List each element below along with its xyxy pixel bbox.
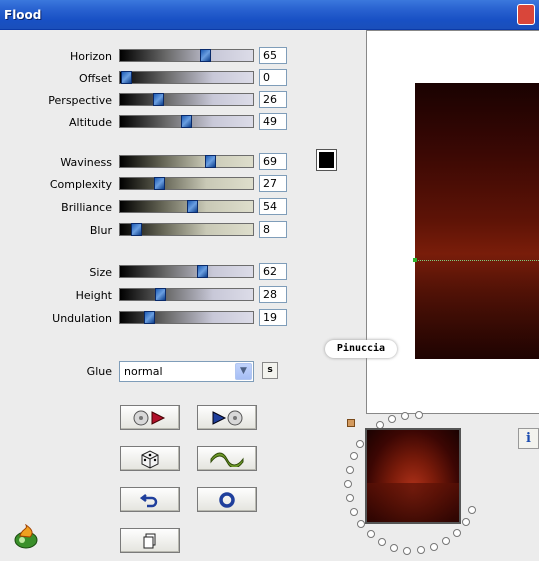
slider-label: Height — [75, 289, 112, 302]
slider-thumb[interactable] — [205, 155, 217, 168]
slider-thumb[interactable] — [155, 288, 167, 301]
slider-value-field[interactable]: 8 — [259, 221, 287, 238]
slider-label: Altitude — [69, 116, 112, 129]
preset-dot[interactable] — [345, 466, 354, 475]
disc-arrow-in-icon — [133, 410, 166, 425]
watermark-badge: Pinuccia — [325, 340, 397, 358]
slider-value-field[interactable]: 26 — [259, 91, 287, 108]
slider-label: Undulation — [52, 312, 112, 325]
info-button[interactable]: i — [518, 428, 539, 449]
title-bar: Flood — [0, 0, 539, 30]
slider-thumb[interactable] — [144, 311, 156, 324]
slider-row: Offset 0 — [0, 69, 300, 89]
slider-thumb[interactable] — [130, 223, 142, 236]
slider-row: Height 28 — [0, 286, 300, 306]
slider-value-field[interactable]: 28 — [259, 286, 287, 303]
slider-value-field[interactable]: 49 — [259, 113, 287, 130]
preset-dot[interactable] — [387, 414, 396, 423]
slider-thumb[interactable] — [153, 177, 165, 190]
slider-track[interactable] — [119, 265, 254, 278]
preset-dot[interactable] — [349, 452, 358, 461]
slider-row: Brilliance 54 — [0, 198, 300, 218]
undo-arrow-icon — [140, 493, 158, 507]
slider-label: Waviness — [60, 156, 112, 169]
slider-thumb[interactable] — [121, 71, 132, 84]
slider-thumb[interactable] — [180, 115, 192, 128]
wave-button[interactable] — [197, 446, 257, 471]
random-button[interactable] — [120, 446, 180, 471]
preset-dot[interactable] — [401, 411, 410, 420]
dice-icon — [141, 449, 159, 469]
horizon-handle[interactable] — [413, 258, 417, 262]
slider-track[interactable] — [119, 311, 254, 324]
slider-row: Waviness 69 — [0, 153, 300, 173]
slider-value-field[interactable]: 27 — [259, 175, 287, 192]
slider-row: Size 62 — [0, 263, 300, 283]
slider-track[interactable] — [119, 93, 254, 106]
slider-value-field[interactable]: 19 — [259, 309, 287, 326]
preset-dot[interactable] — [461, 518, 470, 526]
wave-icon — [210, 452, 244, 467]
color-swatch[interactable] — [316, 149, 337, 171]
glue-value: normal — [124, 365, 163, 378]
slider-label: Horizon — [69, 50, 112, 63]
preset-dot[interactable] — [453, 528, 462, 537]
slider-thumb[interactable] — [196, 265, 208, 278]
window-title: Flood — [4, 8, 42, 22]
slider-track[interactable] — [119, 288, 254, 301]
slider-label: Perspective — [48, 94, 112, 107]
copy-pages-icon — [143, 533, 156, 548]
slider-track[interactable] — [119, 71, 254, 84]
close-button[interactable] — [517, 4, 535, 25]
glue-select[interactable]: normal ▼ — [119, 361, 254, 382]
copy-button[interactable] — [120, 528, 180, 553]
slider-label: Blur — [89, 224, 112, 237]
slider-row: Undulation 19 — [0, 309, 300, 329]
slider-label: Size — [89, 266, 112, 279]
slider-track[interactable] — [119, 115, 254, 128]
preset-dot[interactable] — [414, 411, 423, 420]
glue-label: Glue — [86, 365, 112, 378]
load-button[interactable] — [120, 405, 180, 430]
slider-track[interactable] — [119, 177, 254, 190]
preview-image — [415, 83, 539, 359]
undo-button[interactable] — [120, 487, 180, 512]
slider-label: Offset — [78, 72, 112, 85]
slider-thumb[interactable] — [200, 49, 212, 62]
slider-track[interactable] — [119, 155, 254, 168]
slider-row: Blur 8 — [0, 221, 300, 241]
slider-row: Altitude 49 — [0, 113, 300, 133]
ring-icon — [219, 491, 235, 508]
slider-track[interactable] — [119, 223, 254, 236]
save-button[interactable] — [197, 405, 257, 430]
slider-value-field[interactable]: 65 — [259, 47, 287, 64]
slider-thumb[interactable] — [152, 93, 164, 106]
flaming-star-logo[interactable] — [12, 524, 40, 550]
preset-thumbnail[interactable] — [365, 428, 461, 524]
slider-track[interactable] — [119, 200, 254, 213]
slider-value-field[interactable]: 0 — [259, 69, 287, 86]
slider-row: Perspective 26 — [0, 91, 300, 111]
preset-dot[interactable] — [366, 530, 375, 539]
slider-row: Horizon 65 — [0, 47, 300, 67]
slider-value-field[interactable]: 69 — [259, 153, 287, 170]
horizon-guide[interactable] — [415, 260, 539, 261]
chevron-down-icon[interactable]: ▼ — [235, 363, 252, 380]
slider-value-field[interactable]: 62 — [259, 263, 287, 280]
slider-row: Complexity 27 — [0, 175, 300, 195]
slider-thumb[interactable] — [186, 200, 198, 213]
reset-button[interactable] — [197, 487, 257, 512]
slider-label: Complexity — [49, 178, 112, 191]
preset-ring-start[interactable] — [347, 419, 355, 427]
s-button[interactable]: s — [262, 362, 278, 379]
slider-track[interactable] — [119, 49, 254, 62]
slider-label: Brilliance — [61, 201, 112, 214]
arrow-disc-out-icon — [212, 410, 243, 425]
slider-value-field[interactable]: 54 — [259, 198, 287, 215]
